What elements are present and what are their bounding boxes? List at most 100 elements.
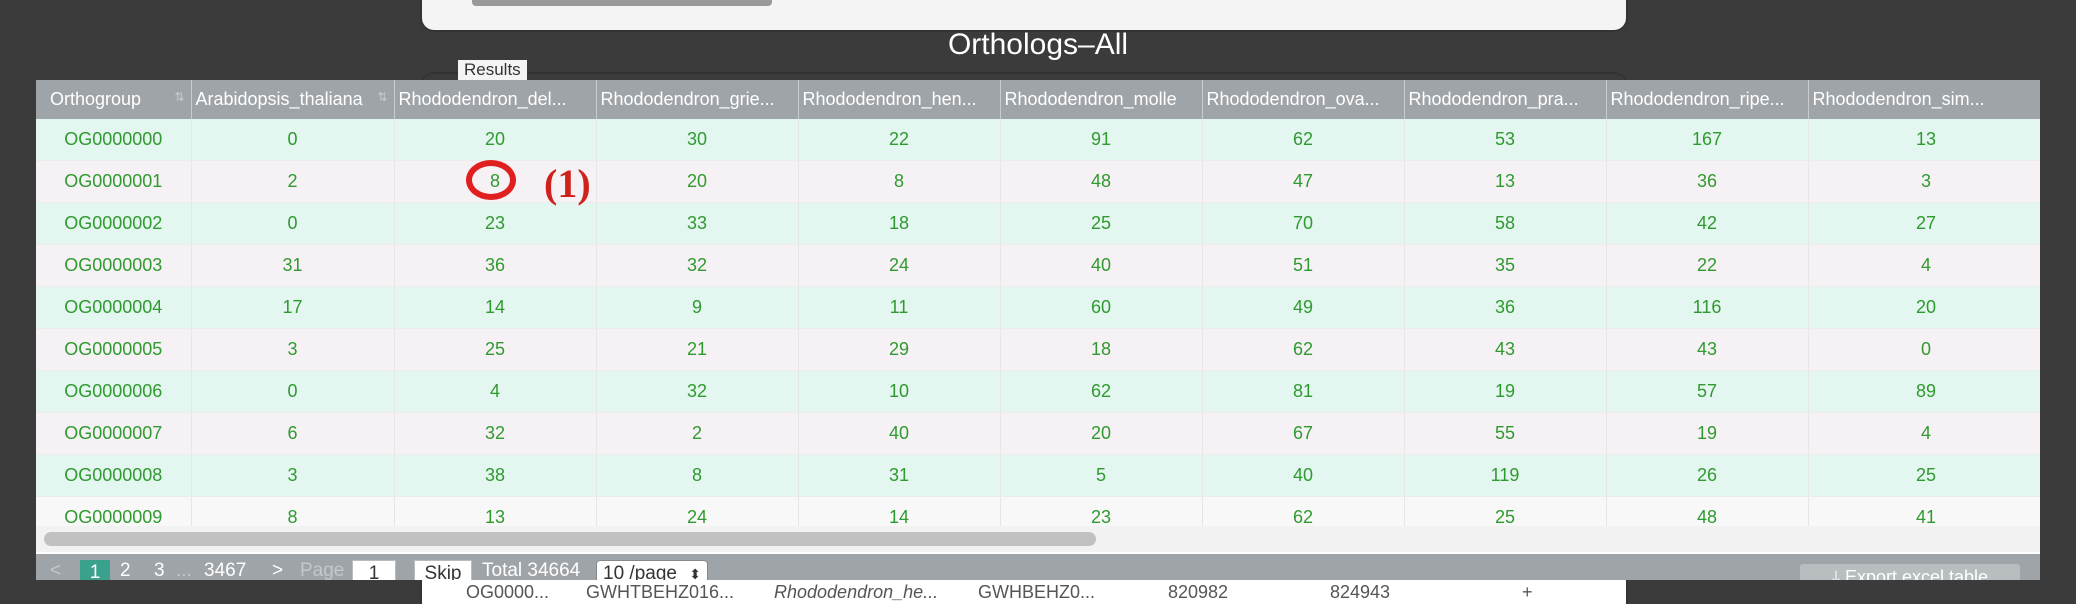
count-cell[interactable]: 3 xyxy=(191,328,395,371)
count-cell[interactable]: 62 xyxy=(1000,370,1203,413)
count-cell[interactable]: 32 xyxy=(596,370,799,413)
count-cell[interactable]: 10 xyxy=(798,370,1001,413)
count-cell[interactable]: 47 xyxy=(1202,160,1405,203)
count-cell[interactable]: 62 xyxy=(1202,328,1405,371)
table-row[interactable]: OG0000000 0 20 30 22 91 62 53 167 13 xyxy=(36,119,2040,161)
count-cell[interactable]: 19 xyxy=(1606,412,1809,455)
orthogroup-cell[interactable]: OG0000000 xyxy=(36,119,192,161)
count-cell[interactable]: 31 xyxy=(191,244,395,287)
count-cell[interactable]: 11 xyxy=(798,286,1001,329)
count-cell[interactable]: 40 xyxy=(798,412,1001,455)
count-cell[interactable]: 43 xyxy=(1606,328,1809,371)
count-cell[interactable]: 22 xyxy=(798,119,1001,161)
count-cell[interactable]: 13 xyxy=(1404,160,1607,203)
count-cell[interactable]: 58 xyxy=(1404,202,1607,245)
next-page-button[interactable]: > xyxy=(272,560,283,580)
column-header-0[interactable]: Orthogroup ⇅ xyxy=(36,80,192,119)
orthogroup-cell[interactable]: OG0000004 xyxy=(36,286,192,329)
count-cell[interactable]: 51 xyxy=(1202,244,1405,287)
count-cell[interactable]: 8 xyxy=(798,160,1001,203)
count-cell[interactable]: 57 xyxy=(1606,370,1809,413)
count-cell[interactable]: 48 xyxy=(1000,160,1203,203)
count-cell[interactable]: 20 xyxy=(1808,286,2040,329)
orthogroup-cell[interactable]: OG0000003 xyxy=(36,244,192,287)
count-cell[interactable]: 3 xyxy=(1808,160,2040,203)
table-row[interactable]: OG0000008 3 38 8 31 5 40 119 26 25 xyxy=(36,454,2040,497)
orthogroup-cell[interactable]: OG0000002 xyxy=(36,202,192,245)
count-cell[interactable]: 42 xyxy=(1606,202,1809,245)
sort-icon[interactable]: ⇅ xyxy=(174,90,184,104)
table-row[interactable]: OG0000006 0 4 32 10 62 81 19 57 89 xyxy=(36,370,2040,413)
count-cell[interactable]: 67 xyxy=(1202,412,1405,455)
count-cell[interactable]: 18 xyxy=(798,202,1001,245)
count-cell[interactable]: 14 xyxy=(394,286,597,329)
count-cell[interactable]: 13 xyxy=(1808,119,2040,161)
count-cell[interactable]: 81 xyxy=(1202,370,1405,413)
count-cell[interactable]: 33 xyxy=(596,202,799,245)
count-cell[interactable]: 2 xyxy=(596,412,799,455)
count-cell[interactable]: 22 xyxy=(1606,244,1809,287)
orthogroup-cell[interactable]: OG0000006 xyxy=(36,370,192,413)
count-cell[interactable]: 25 xyxy=(394,328,597,371)
count-cell[interactable]: 36 xyxy=(1404,286,1607,329)
orthogroup-cell[interactable]: OG0000005 xyxy=(36,328,192,371)
count-cell[interactable]: 4 xyxy=(1808,412,2040,455)
count-cell[interactable]: 20 xyxy=(394,119,597,161)
count-cell[interactable]: 25 xyxy=(1808,454,2040,497)
count-cell[interactable]: 89 xyxy=(1808,370,2040,413)
count-cell[interactable]: 116 xyxy=(1606,286,1809,329)
count-cell[interactable]: 38 xyxy=(394,454,597,497)
count-cell[interactable]: 30 xyxy=(596,119,799,161)
count-cell[interactable]: 62 xyxy=(1202,119,1405,161)
count-cell[interactable]: 27 xyxy=(1808,202,2040,245)
table-row[interactable]: OG0000005 3 25 21 29 18 62 43 43 0 xyxy=(36,328,2040,371)
count-cell[interactable]: 70 xyxy=(1202,202,1405,245)
count-cell[interactable]: 0 xyxy=(191,119,395,161)
count-cell[interactable]: 25 xyxy=(1000,202,1203,245)
page-2-button[interactable]: 2 xyxy=(120,560,131,580)
table-row[interactable]: OG0000007 6 32 2 40 20 67 55 19 4 xyxy=(36,412,2040,455)
count-cell[interactable]: 91 xyxy=(1000,119,1203,161)
column-header-4[interactable]: Rhododendron_hen... xyxy=(798,80,1001,119)
count-cell[interactable]: 9 xyxy=(596,286,799,329)
count-cell[interactable]: 20 xyxy=(1000,412,1203,455)
count-cell[interactable]: 23 xyxy=(394,202,597,245)
page-ellipsis[interactable]: ... xyxy=(176,560,192,580)
column-header-9[interactable]: Rhododendron_sim... xyxy=(1808,80,2040,119)
count-cell[interactable]: 35 xyxy=(1404,244,1607,287)
count-cell[interactable]: 4 xyxy=(394,370,597,413)
count-cell[interactable]: 43 xyxy=(1404,328,1607,371)
count-cell[interactable]: 0 xyxy=(191,370,395,413)
count-cell[interactable]: 4 xyxy=(1808,244,2040,287)
count-cell[interactable]: 31 xyxy=(798,454,1001,497)
count-cell[interactable]: 55 xyxy=(1404,412,1607,455)
count-cell[interactable]: 36 xyxy=(394,244,597,287)
count-cell[interactable]: 6 xyxy=(191,412,395,455)
column-header-8[interactable]: Rhododendron_ripe... xyxy=(1606,80,1809,119)
count-cell[interactable]: 29 xyxy=(798,328,1001,371)
count-cell[interactable]: 3 xyxy=(191,454,395,497)
count-cell[interactable]: 19 xyxy=(1404,370,1607,413)
horizontal-scroll-thumb[interactable] xyxy=(44,532,1096,546)
column-header-2[interactable]: Rhododendron_del... xyxy=(394,80,597,119)
column-header-7[interactable]: Rhododendron_pra... xyxy=(1404,80,1607,119)
count-cell[interactable]: 32 xyxy=(394,412,597,455)
column-header-6[interactable]: Rhododendron_ova... xyxy=(1202,80,1405,119)
count-cell[interactable]: 167 xyxy=(1606,119,1809,161)
orthogroup-cell[interactable]: OG0000008 xyxy=(36,454,192,497)
prev-page-button[interactable]: < xyxy=(50,560,61,580)
page-number-input[interactable]: 1 xyxy=(352,560,396,580)
page-1-button[interactable]: 1 xyxy=(80,560,110,580)
count-cell[interactable]: 18 xyxy=(1000,328,1203,371)
table-row[interactable]: OG0000002 0 23 33 18 25 70 58 42 27 xyxy=(36,202,2040,245)
count-cell[interactable]: 40 xyxy=(1000,244,1203,287)
count-cell[interactable]: 0 xyxy=(191,202,395,245)
page-3-button[interactable]: 3 xyxy=(154,560,165,580)
table-row[interactable]: OG0000001 2 8 20 8 48 47 13 36 3 xyxy=(36,160,2040,203)
count-cell[interactable]: 5 xyxy=(1000,454,1203,497)
horizontal-scrollbar[interactable] xyxy=(36,526,2040,552)
count-cell[interactable]: 40 xyxy=(1202,454,1405,497)
column-header-3[interactable]: Rhododendron_grie... xyxy=(596,80,799,119)
last-page-button[interactable]: 3467 xyxy=(204,560,246,580)
count-cell[interactable]: 53 xyxy=(1404,119,1607,161)
